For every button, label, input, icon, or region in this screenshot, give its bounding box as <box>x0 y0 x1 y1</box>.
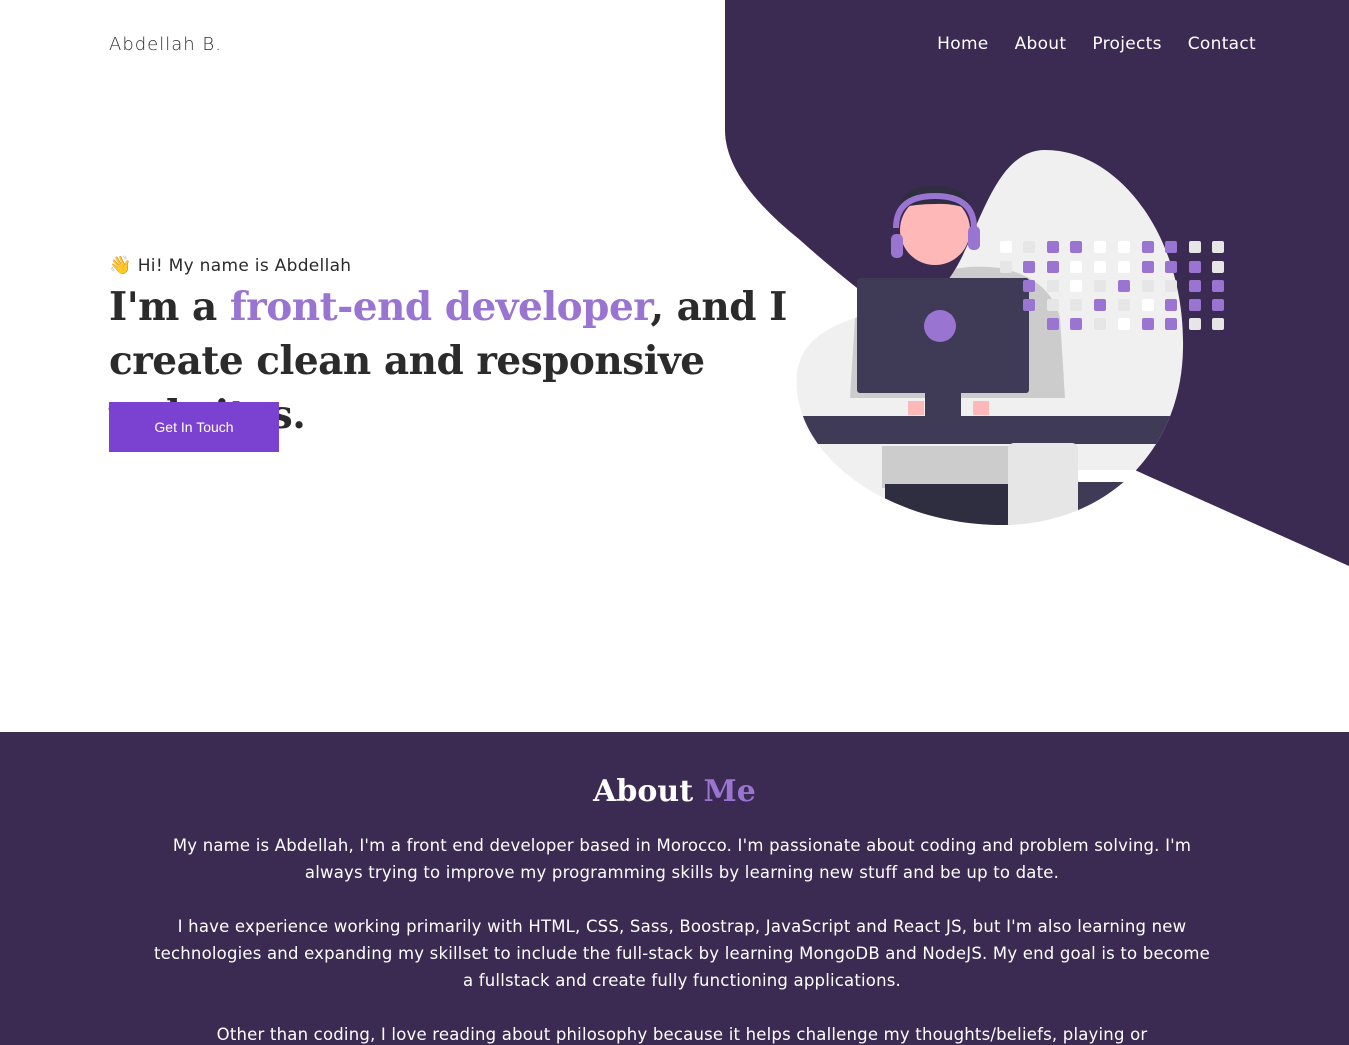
headline-part1: I'm a <box>109 284 230 330</box>
main-nav: Home About Projects Contact <box>937 34 1256 54</box>
site-logo[interactable]: Abdellah B. <box>109 34 222 55</box>
nav-contact[interactable]: Contact <box>1188 34 1256 54</box>
about-paragraph: I have experience working primarily with… <box>153 917 1211 990</box>
about-text: My name is Abdellah, I'm a front end dev… <box>150 832 1214 1045</box>
hero-greeting: 👋 Hi! My name is Abdellah <box>109 255 351 276</box>
nav-home[interactable]: Home <box>937 34 988 54</box>
about-section: About Me My name is Abdellah, I'm a fron… <box>0 732 1349 1045</box>
nav-about[interactable]: About <box>1015 34 1067 54</box>
about-paragraph: My name is Abdellah, I'm a front end dev… <box>172 836 1192 882</box>
get-in-touch-button[interactable]: Get In Touch <box>109 402 279 452</box>
hero-section: Abdellah B. Home About Projects Contact … <box>0 0 1349 732</box>
waving-hand-icon: 👋 <box>109 255 132 276</box>
about-title-accent: Me <box>703 774 756 809</box>
headline-accent: front-end developer <box>229 284 651 330</box>
greeting-text: Hi! My name is Abdellah <box>137 255 352 276</box>
about-paragraph: Other than coding, I love reading about … <box>216 1025 1148 1044</box>
developer-illustration <box>796 150 1224 526</box>
about-title-main: About <box>593 774 704 809</box>
nav-projects[interactable]: Projects <box>1092 34 1161 54</box>
about-title: About Me <box>0 774 1349 809</box>
